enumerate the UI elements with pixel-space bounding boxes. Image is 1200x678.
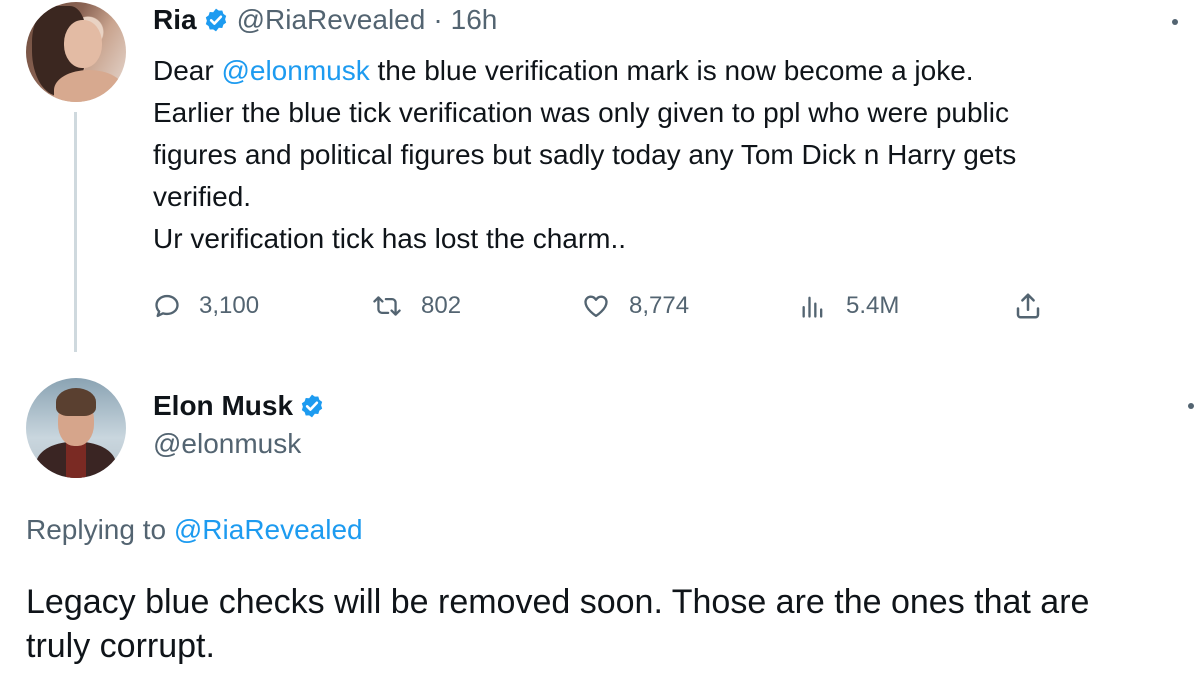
tweet-header: Ria @RiaRevealed · 16h [153,0,497,40]
reply-author-row: Elon Musk [153,386,333,426]
avatar-shoulder [54,70,124,102]
text-fragment: Dear [153,55,222,86]
retweet-icon [373,296,401,316]
reply-text-line: Legacy blue checks will be removed soon.… [26,583,1090,621]
verified-badge-icon [205,8,226,32]
avatar-hair [56,388,96,416]
replying-prefix: Replying to [26,514,174,545]
tweet-text-line: verified. [153,181,252,212]
retweet-count: 802 [421,292,462,319]
tweet-text-line: figures and political figures but sadly … [153,139,1017,170]
verified-badge-icon [301,394,323,418]
views-count: 5.4M [846,292,900,319]
meta-separator: · [433,4,443,35]
ria-avatar[interactable] [26,2,126,102]
reply-tweet-text: Legacy blue checks will be removed soon.… [26,580,1186,668]
tweet-text-line: Dear @elonmusk the blue verification mar… [153,50,1183,92]
share-button[interactable] [1013,286,1061,326]
text-fragment: the blue verification mark is now become… [369,55,974,86]
like-count: 8,774 [629,292,690,319]
reply-text-line: truly corrupt. [26,627,215,665]
elon-avatar[interactable] [26,378,126,478]
reply-icon [155,294,179,318]
mention-link[interactable]: @elonmusk [221,55,369,86]
more-icon[interactable] [1188,403,1194,409]
avatar-face [64,20,102,68]
views-button[interactable]: 5.4M [798,286,899,326]
replying-to-mention[interactable]: @RiaRevealed [174,514,363,545]
author-handle[interactable]: @RiaRevealed [237,4,426,36]
heart-icon [584,295,608,318]
reply-button[interactable]: 3,100 [153,286,259,326]
thread-connector-line [74,112,77,352]
retweet-button[interactable]: 802 [371,286,461,326]
tweet-text: Dear @elonmusk the blue verification mar… [153,50,1183,260]
replying-to-line: Replying to @RiaRevealed [26,514,363,546]
author-name[interactable]: Ria [153,4,197,36]
reply-author-handle[interactable]: @elonmusk [153,428,301,460]
tweet-actions-bar: 3,100 802 8,774 5.4M [153,286,1053,326]
tweet-timestamp[interactable]: 16h [451,4,498,36]
share-icon [1016,293,1040,319]
more-icon[interactable] [1172,19,1178,25]
like-button[interactable]: 8,774 [581,286,689,326]
tweet-text-line: Earlier the blue tick verification was o… [153,97,1009,128]
views-icon [802,296,823,318]
avatar-collar [66,442,86,478]
tweet-text-line: Ur verification tick has lost the charm.… [153,223,627,254]
reply-count: 3,100 [199,292,260,319]
reply-author-name[interactable]: Elon Musk [153,390,293,422]
